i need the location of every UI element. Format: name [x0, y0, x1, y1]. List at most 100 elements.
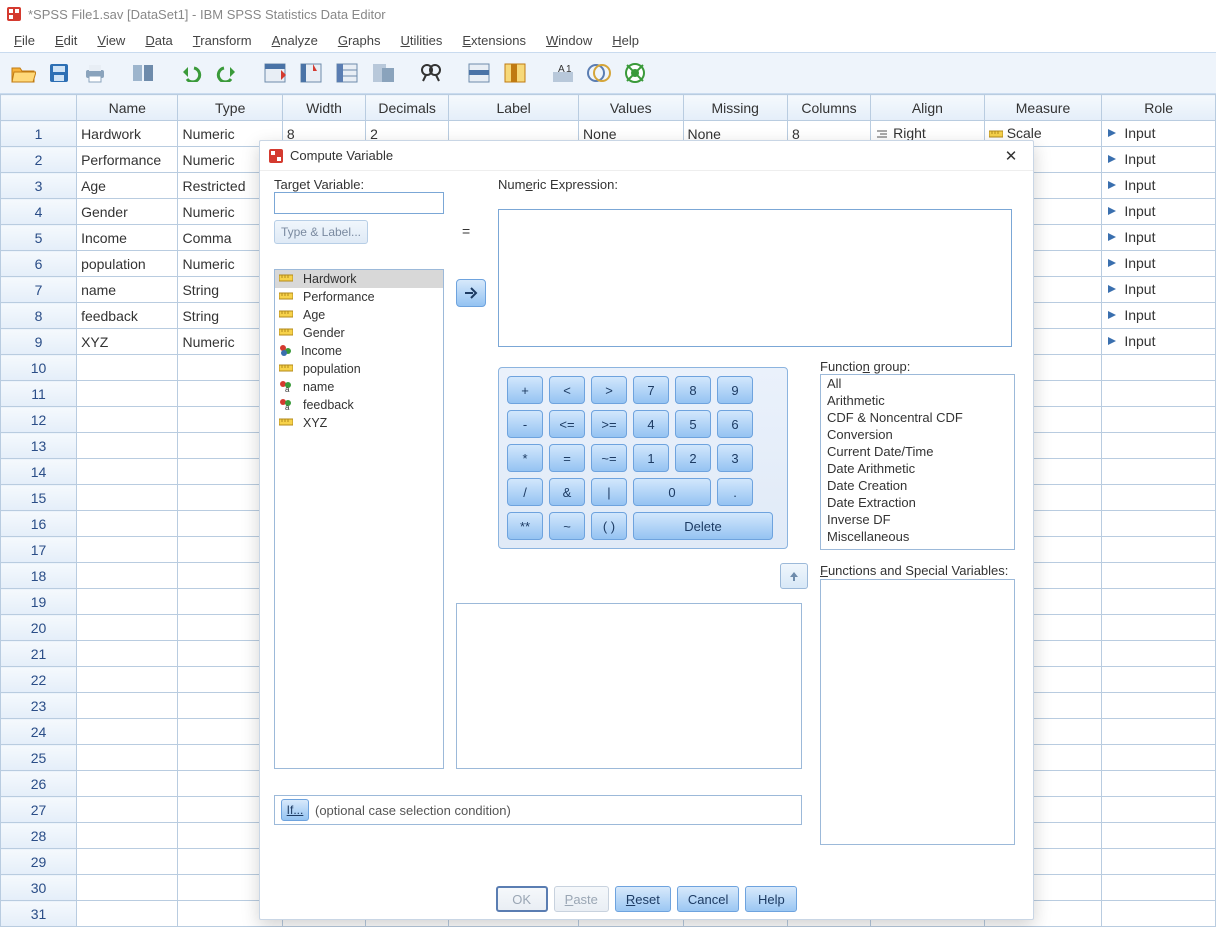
keypad-8[interactable]: 8 [675, 376, 711, 404]
menu-graphs[interactable]: Graphs [328, 31, 391, 50]
keypad-2[interactable]: 2 [675, 444, 711, 472]
menu-view[interactable]: View [87, 31, 135, 50]
menu-analyze[interactable]: Analyze [262, 31, 328, 50]
keypad-4[interactable]: 4 [633, 410, 669, 438]
insert-cases-icon[interactable] [462, 56, 496, 90]
select-cases-icon[interactable] [618, 56, 652, 90]
move-up-button[interactable] [780, 563, 808, 589]
col-header-columns[interactable]: Columns [787, 95, 870, 121]
paste-button[interactable]: Paste [554, 886, 609, 912]
col-header-missing[interactable]: Missing [683, 95, 787, 121]
variable-list[interactable]: HardworkPerformanceAgeGenderIncomepopula… [274, 269, 444, 769]
keypad-xxx[interactable]: ( ) [591, 512, 627, 540]
keypad-5[interactable]: 5 [675, 410, 711, 438]
var-item[interactable]: Income [275, 342, 443, 360]
var-item[interactable]: aname [275, 378, 443, 396]
goto-case-icon[interactable] [258, 56, 292, 90]
func-group-item[interactable]: Conversion [821, 426, 1014, 443]
variables-icon[interactable] [330, 56, 364, 90]
help-button[interactable]: Help [745, 886, 797, 912]
keypad-x[interactable]: + [507, 376, 543, 404]
func-group-item[interactable]: All [821, 375, 1014, 392]
menu-transform[interactable]: Transform [183, 31, 262, 50]
col-header-role[interactable]: Role [1102, 95, 1216, 121]
keypad-xx[interactable]: ** [507, 512, 543, 540]
func-group-item[interactable]: Current Date/Time [821, 443, 1014, 460]
var-item[interactable]: Age [275, 306, 443, 324]
open-icon[interactable] [6, 56, 40, 90]
menu-utilities[interactable]: Utilities [390, 31, 452, 50]
save-icon[interactable] [42, 56, 76, 90]
col-header-decimals[interactable]: Decimals [366, 95, 449, 121]
recall-icon[interactable] [126, 56, 160, 90]
func-group-item[interactable]: CDF & Noncentral CDF [821, 409, 1014, 426]
keypad-6[interactable]: 6 [717, 410, 753, 438]
goto-var-icon[interactable] [294, 56, 328, 90]
if-button[interactable]: If... [281, 799, 309, 821]
menu-edit[interactable]: Edit [45, 31, 87, 50]
weight-icon[interactable] [582, 56, 616, 90]
keypad-3[interactable]: 3 [717, 444, 753, 472]
keypad-9[interactable]: 9 [717, 376, 753, 404]
print-icon[interactable] [78, 56, 112, 90]
func-group-item[interactable]: Miscellaneous [821, 528, 1014, 545]
var-item[interactable]: Performance [275, 288, 443, 306]
keypad-xx[interactable]: >= [591, 410, 627, 438]
func-group-item[interactable]: Inverse DF [821, 511, 1014, 528]
var-item[interactable]: Hardwork [275, 270, 443, 288]
keypad-1[interactable]: 1 [633, 444, 669, 472]
menu-help[interactable]: Help [602, 31, 649, 50]
type-and-label-button[interactable]: Type & Label... [274, 220, 368, 244]
numeric-expression-input[interactable] [498, 209, 1012, 347]
functions-special-list[interactable] [820, 579, 1015, 845]
var-item[interactable]: Gender [275, 324, 443, 342]
var-item[interactable]: XYZ [275, 414, 443, 432]
split-icon[interactable]: A1 [546, 56, 580, 90]
var-item[interactable]: population [275, 360, 443, 378]
func-group-item[interactable]: Arithmetic [821, 392, 1014, 409]
keypad-7[interactable]: 7 [633, 376, 669, 404]
menu-data[interactable]: Data [135, 31, 182, 50]
keypad-x[interactable]: & [549, 478, 585, 506]
keypad-x[interactable]: = [549, 444, 585, 472]
menu-file[interactable]: File [4, 31, 45, 50]
keypad-0[interactable]: 0 [633, 478, 711, 506]
col-header-align[interactable]: Align [871, 95, 985, 121]
keypad-xx[interactable]: ~= [591, 444, 627, 472]
ok-button[interactable]: OK [496, 886, 548, 912]
find-icon[interactable] [414, 56, 448, 90]
keypad-x[interactable]: - [507, 410, 543, 438]
keypad-x[interactable]: > [591, 376, 627, 404]
keypad-Delete[interactable]: Delete [633, 512, 773, 540]
keypad-xx[interactable]: <= [549, 410, 585, 438]
move-right-button[interactable] [456, 279, 486, 307]
keypad-x[interactable]: . [717, 478, 753, 506]
col-header-values[interactable]: Values [579, 95, 683, 121]
func-group-item[interactable]: Date Extraction [821, 494, 1014, 511]
col-header-width[interactable]: Width [282, 95, 365, 121]
run-icon[interactable] [366, 56, 400, 90]
reset-button[interactable]: Reset [615, 886, 671, 912]
function-group-list[interactable]: AllArithmeticCDF & Noncentral CDFConvers… [820, 374, 1015, 550]
menu-window[interactable]: Window [536, 31, 602, 50]
col-header-type[interactable]: Type [178, 95, 282, 121]
func-group-item[interactable]: Date Arithmetic [821, 460, 1014, 477]
close-icon[interactable]: ✕ [997, 145, 1025, 167]
keypad-x[interactable]: | [591, 478, 627, 506]
keypad-x[interactable]: / [507, 478, 543, 506]
dialog-titlebar[interactable]: Compute Variable ✕ [260, 141, 1033, 171]
func-group-item[interactable]: Date Creation [821, 477, 1014, 494]
col-header-name[interactable]: Name [77, 95, 178, 121]
col-header-measure[interactable]: Measure [984, 95, 1102, 121]
target-variable-input[interactable] [274, 192, 444, 214]
keypad-x[interactable]: * [507, 444, 543, 472]
col-header-label[interactable]: Label [449, 95, 579, 121]
keypad-x[interactable]: < [549, 376, 585, 404]
menu-extensions[interactable]: Extensions [452, 31, 536, 50]
redo-icon[interactable] [210, 56, 244, 90]
undo-icon[interactable] [174, 56, 208, 90]
insert-var-icon[interactable] [498, 56, 532, 90]
var-item[interactable]: afeedback [275, 396, 443, 414]
keypad-x[interactable]: ~ [549, 512, 585, 540]
cancel-button[interactable]: Cancel [677, 886, 739, 912]
